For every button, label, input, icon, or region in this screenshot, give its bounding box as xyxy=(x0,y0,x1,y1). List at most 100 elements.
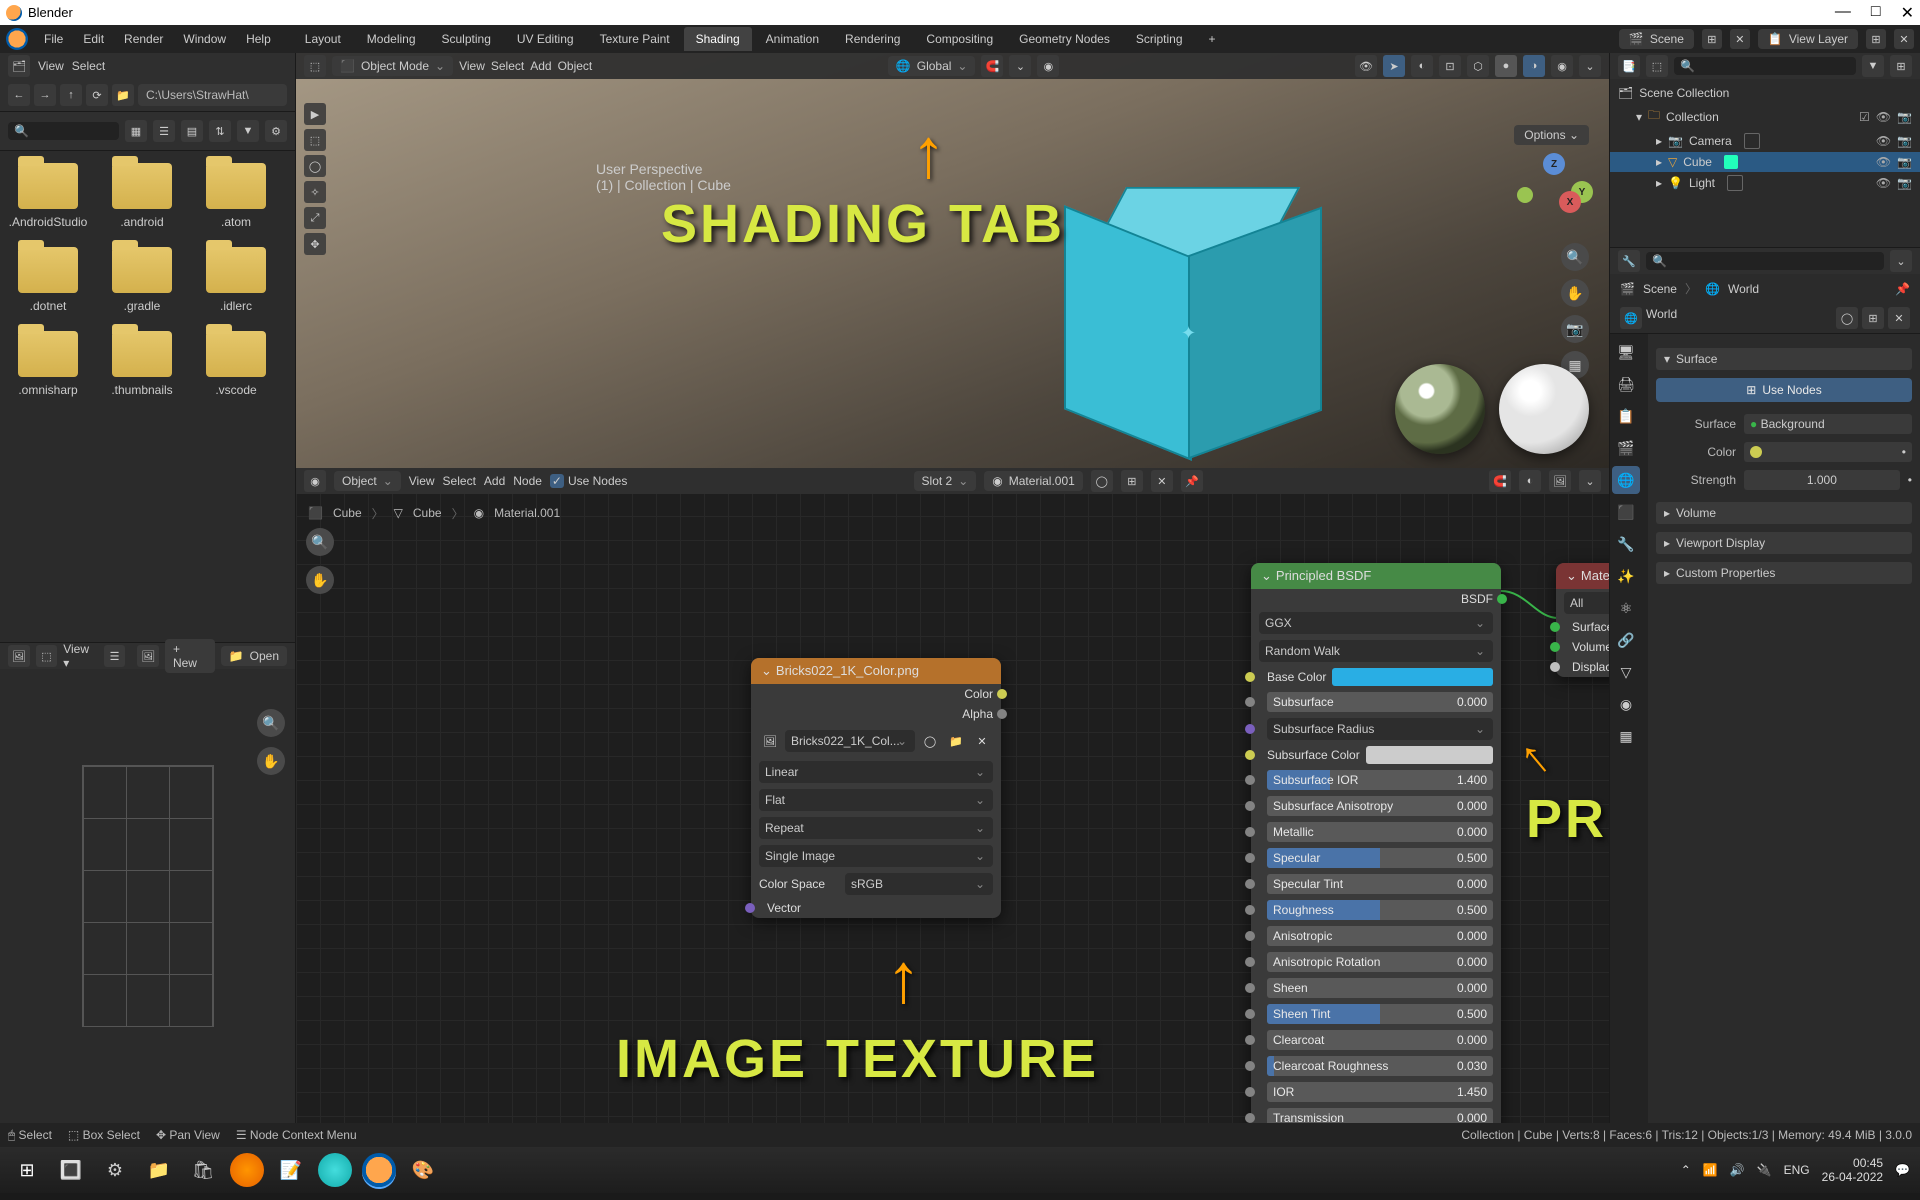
uv-editor-type-icon[interactable]: 🖼 xyxy=(8,645,30,667)
axis-z-icon[interactable]: Z xyxy=(1543,153,1565,175)
tool-cursor-icon[interactable]: ▶ xyxy=(304,103,326,125)
section-viewport-display[interactable]: ▸Viewport Display xyxy=(1656,532,1912,554)
tab-geometry-nodes[interactable]: Geometry Nodes xyxy=(1007,27,1122,51)
param-slider[interactable]: Sheen0.000 xyxy=(1267,978,1493,998)
param-slider[interactable]: Transmission0.000 xyxy=(1267,1108,1493,1123)
outliner-item-camera[interactable]: ▸📷Camera👁📷 xyxy=(1610,130,1920,152)
tab-modeling[interactable]: Modeling xyxy=(355,27,428,51)
node-principled-bsdf[interactable]: ⌄Principled BSDF BSDF GGX Random Walk Ba… xyxy=(1251,563,1501,1123)
outliner-item-cube[interactable]: ▸▽Cube👁📷 xyxy=(1610,152,1920,172)
param-slider[interactable]: Metallic0.000 xyxy=(1267,822,1493,842)
ptab-material-icon[interactable]: ◉ xyxy=(1612,690,1640,718)
param-slider[interactable]: Specular0.500 xyxy=(1267,848,1493,868)
sort-icon[interactable]: ⇅ xyxy=(209,120,231,142)
param-slider[interactable]: Specular Tint0.000 xyxy=(1267,874,1493,894)
mat-users-icon[interactable]: ◯ xyxy=(1091,470,1113,492)
vp-zoom-icon[interactable]: 🔍 xyxy=(1561,243,1589,271)
color-swatch[interactable] xyxy=(1366,746,1493,764)
node-image-texture[interactable]: ⌄Bricks022_1K_Color.png Color Alpha 🖼 Br… xyxy=(751,658,1001,918)
socket-icon[interactable] xyxy=(1245,853,1255,863)
color-swatch[interactable] xyxy=(1332,668,1493,686)
mode-selector[interactable]: ⬛Object Mode⌄ xyxy=(332,56,453,76)
socket-icon[interactable] xyxy=(1245,983,1255,993)
menu-file[interactable]: File xyxy=(40,28,67,50)
tool-select-lasso-icon[interactable]: ✧ xyxy=(304,181,326,203)
ne-backdrop-icon[interactable]: 🖼 xyxy=(1549,470,1571,492)
filebrowser-view[interactable]: View xyxy=(38,59,64,73)
world-copy-icon[interactable]: ⊞ xyxy=(1862,307,1884,329)
socket-icon[interactable] xyxy=(1245,1009,1255,1019)
visibility-icon[interactable]: 👁 xyxy=(1355,55,1377,77)
section-volume[interactable]: ▸Volume xyxy=(1656,502,1912,524)
socket-icon[interactable] xyxy=(1245,931,1255,941)
scene-new-button[interactable]: ⊞ xyxy=(1702,29,1722,49)
outliner-display-icon[interactable]: ⬚ xyxy=(1646,55,1668,77)
tab-compositing[interactable]: Compositing xyxy=(914,27,1005,51)
outliner-new-collection-icon[interactable]: ⊞ xyxy=(1890,55,1912,77)
tab-add[interactable]: + xyxy=(1197,27,1228,51)
folder-item[interactable]: .vscode xyxy=(196,331,276,397)
ne-node[interactable]: Node xyxy=(513,474,542,488)
tab-sculpting[interactable]: Sculpting xyxy=(430,27,503,51)
app1-icon[interactable] xyxy=(318,1153,352,1187)
bsdf-header[interactable]: ⌄Principled BSDF xyxy=(1251,563,1501,589)
props-editor-type-icon[interactable]: 🔧 xyxy=(1618,250,1640,272)
folder-item[interactable]: .dotnet xyxy=(8,247,88,313)
folder-item[interactable]: .omnisharp xyxy=(8,331,88,397)
imtex-browse-icon[interactable]: 🖼 xyxy=(759,730,781,752)
tab-texture-paint[interactable]: Texture Paint xyxy=(588,27,682,51)
uv-mode-icon[interactable]: ⬚ xyxy=(36,645,58,667)
socket-icon[interactable] xyxy=(1245,1113,1255,1123)
param-slider[interactable]: Anisotropic Rotation0.000 xyxy=(1267,952,1493,972)
folder-item[interactable]: .idlerc xyxy=(196,247,276,313)
proportional-icon[interactable]: ◉ xyxy=(1037,55,1059,77)
tab-rendering[interactable]: Rendering xyxy=(833,27,912,51)
overlay-icon[interactable]: ◐ xyxy=(1411,55,1433,77)
scene-unlink-button[interactable]: ✕ xyxy=(1730,29,1750,49)
render-icon[interactable]: 📷 xyxy=(1897,134,1912,148)
bc-mesh[interactable]: Cube xyxy=(413,506,442,520)
notepad-icon[interactable]: 📝 xyxy=(274,1153,308,1187)
tab-layout[interactable]: Layout xyxy=(293,27,353,51)
tray-battery-icon[interactable]: 🔌 xyxy=(1757,1163,1772,1177)
socket-icon[interactable] xyxy=(1245,957,1255,967)
explorer-icon[interactable]: 📁 xyxy=(142,1153,176,1187)
outliner-collection[interactable]: ▾🗀Collection☑👁📷 xyxy=(1610,103,1920,130)
render-icon[interactable]: 📷 xyxy=(1897,155,1912,169)
vp-add[interactable]: Add xyxy=(530,59,551,73)
vp-pan-hand-icon[interactable]: ✋ xyxy=(1561,279,1589,307)
display-list-icon[interactable]: ☰ xyxy=(153,120,175,142)
vp-select[interactable]: Select xyxy=(491,59,524,73)
path-field[interactable]: C:\Users\StrawHat\ xyxy=(138,84,287,106)
socket-icon[interactable] xyxy=(1245,775,1255,785)
socket-color-icon[interactable] xyxy=(997,689,1007,699)
system-clock[interactable]: 00:45 26-04-2022 xyxy=(1822,1156,1883,1185)
socket-vector-icon[interactable] xyxy=(745,903,755,913)
socket-icon[interactable] xyxy=(1245,724,1255,734)
ptab-render-icon[interactable]: 🖥 xyxy=(1612,338,1640,366)
firefox-icon[interactable] xyxy=(230,1153,264,1187)
tray-lang[interactable]: ENG xyxy=(1784,1163,1810,1177)
folder-item[interactable]: .thumbnails xyxy=(102,331,182,397)
hdri-sphere[interactable] xyxy=(1395,364,1485,454)
3d-viewport[interactable]: ⬚ ⬛Object Mode⌄ View Select Add Object 🌐… xyxy=(296,53,1609,468)
vp-camera-icon[interactable]: 📷 xyxy=(1561,315,1589,343)
imtex-file-field[interactable]: Bricks022_1K_Col... xyxy=(785,730,915,752)
socket-icon[interactable] xyxy=(1245,827,1255,837)
world-color[interactable]: • xyxy=(1744,442,1912,462)
xray-icon[interactable]: ⊡ xyxy=(1439,55,1461,77)
uv-view[interactable]: View ▾ xyxy=(63,642,98,670)
socket-icon[interactable] xyxy=(1245,672,1255,682)
surface-value[interactable]: ● Background xyxy=(1744,414,1912,434)
vp-view[interactable]: View xyxy=(459,59,485,73)
vp-object[interactable]: Object xyxy=(558,59,593,73)
notification-icon[interactable]: 💬 xyxy=(1895,1163,1910,1177)
outliner-filter-icon[interactable]: ▼ xyxy=(1862,55,1884,77)
ptab-viewlayer-icon[interactable]: 📋 xyxy=(1612,402,1640,430)
use-nodes-toggle[interactable]: ✓ Use Nodes xyxy=(550,474,627,488)
shading-wire-icon[interactable]: ⬡ xyxy=(1467,55,1489,77)
outliner-item-light[interactable]: ▸💡Light👁📷 xyxy=(1610,172,1920,194)
filebrowser-search[interactable]: 🔍 xyxy=(8,122,119,140)
mat-new-icon[interactable]: ⊞ xyxy=(1121,470,1143,492)
world-unlink-icon[interactable]: ✕ xyxy=(1888,307,1910,329)
